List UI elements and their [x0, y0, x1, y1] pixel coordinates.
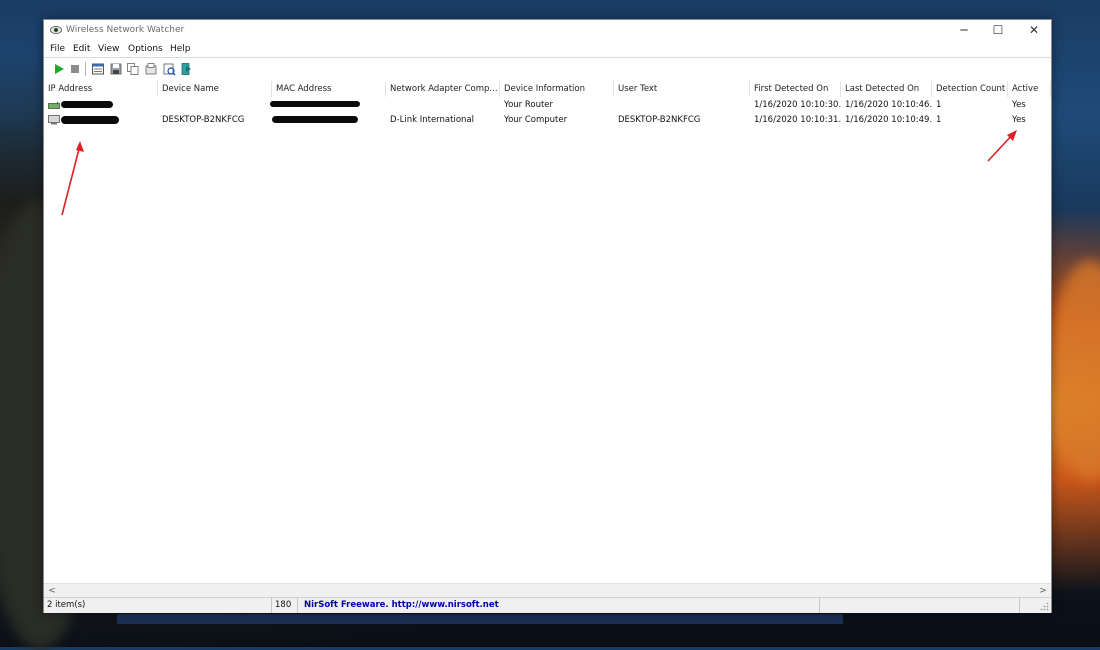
- cell-device-name: [158, 98, 272, 113]
- redaction-mark: [61, 116, 119, 124]
- cell-adapter-company: D-Link International: [390, 115, 474, 125]
- cell-user-text: DESKTOP-B2NKFCG: [618, 115, 701, 125]
- stop-icon[interactable]: [68, 62, 82, 76]
- cell-last-detected: 1/16/2020 10:10:46...: [845, 100, 932, 110]
- cell-detection-count: 1: [936, 115, 942, 125]
- column-ip-address[interactable]: IP Address: [44, 81, 158, 97]
- column-first-detected[interactable]: First Detected On: [750, 81, 841, 97]
- cell-device-info: Your Computer: [504, 115, 568, 125]
- title-bar[interactable]: Wireless Network Watcher ─ ☐ ✕: [44, 20, 1051, 42]
- table-row[interactable]: DESKTOP-B2NKFCG D-Link International You…: [44, 113, 1051, 128]
- cell-user-text: [614, 98, 750, 113]
- status-bar: 2 item(s) 180 NirSoft Freeware. http://w…: [44, 597, 1051, 613]
- status-count: 180: [272, 598, 298, 613]
- table-row[interactable]: Your Router 1/16/2020 10:10:30... 1/16/2…: [44, 98, 1051, 113]
- app-window: Wireless Network Watcher ─ ☐ ✕ File Edit…: [43, 19, 1052, 613]
- column-user-text[interactable]: User Text: [614, 81, 750, 97]
- status-empty-panel: [820, 598, 1020, 613]
- cell-device-name: DESKTOP-B2NKFCG: [162, 115, 245, 125]
- cell-first-detected: 1/16/2020 10:10:30...: [754, 100, 841, 110]
- scroll-left-icon[interactable]: <: [45, 585, 59, 597]
- cell-active: Yes: [1012, 100, 1026, 110]
- redaction-mark: [61, 101, 113, 108]
- redaction-mark: [272, 116, 358, 123]
- window-title: Wireless Network Watcher: [66, 25, 185, 35]
- app-eye-icon: [50, 26, 62, 34]
- start-icon[interactable]: [52, 62, 66, 76]
- copy-icon[interactable]: [126, 62, 140, 76]
- cell-first-detected: 1/16/2020 10:10:31...: [754, 115, 841, 125]
- menu-bar: File Edit View Options Help: [44, 42, 1051, 57]
- cell-device-info: Your Router: [504, 100, 554, 110]
- close-button[interactable]: ✕: [1017, 20, 1051, 42]
- nirsoft-link[interactable]: NirSoft Freeware. http://www.nirsoft.net: [298, 598, 820, 613]
- redaction-mark: [270, 101, 360, 107]
- resize-grip-icon[interactable]: [1040, 602, 1049, 611]
- column-last-detected[interactable]: Last Detected On: [841, 81, 932, 97]
- list-header: IP Address Device Name MAC Address Netwo…: [44, 81, 1051, 97]
- advanced-options-icon[interactable]: [162, 62, 176, 76]
- minimize-button[interactable]: ─: [947, 20, 981, 42]
- column-device-information[interactable]: Device Information: [500, 81, 614, 97]
- scroll-right-icon[interactable]: >: [1036, 585, 1050, 597]
- status-item-count: 2 item(s): [44, 598, 272, 613]
- column-mac-address[interactable]: MAC Address: [272, 81, 386, 97]
- cell-detection-count: 1: [936, 100, 942, 110]
- column-adapter-company[interactable]: Network Adapter Comp...: [386, 81, 500, 97]
- background-strip: [117, 614, 843, 624]
- column-detection-count[interactable]: Detection Count: [932, 81, 1008, 97]
- column-active[interactable]: Active: [1008, 81, 1051, 97]
- wallpaper-glow-right: [1050, 260, 1100, 480]
- column-device-name[interactable]: Device Name: [158, 81, 272, 97]
- menu-options[interactable]: Options: [128, 44, 163, 54]
- save-icon[interactable]: [109, 62, 123, 76]
- exit-icon[interactable]: [179, 62, 193, 76]
- cell-active: Yes: [1012, 115, 1026, 125]
- toolbar-separator: [85, 62, 86, 76]
- html-report-icon[interactable]: [91, 62, 105, 76]
- horizontal-scrollbar[interactable]: < >: [44, 583, 1051, 598]
- toolbar: [44, 57, 1051, 82]
- cell-adapter-company: [386, 98, 500, 113]
- menu-view[interactable]: View: [98, 44, 119, 54]
- maximize-button[interactable]: ☐: [981, 20, 1015, 42]
- menu-help[interactable]: Help: [170, 44, 191, 54]
- cell-last-detected: 1/16/2020 10:10:49...: [845, 115, 932, 125]
- properties-icon[interactable]: [144, 62, 158, 76]
- menu-edit[interactable]: Edit: [73, 44, 90, 54]
- menu-file[interactable]: File: [50, 44, 65, 54]
